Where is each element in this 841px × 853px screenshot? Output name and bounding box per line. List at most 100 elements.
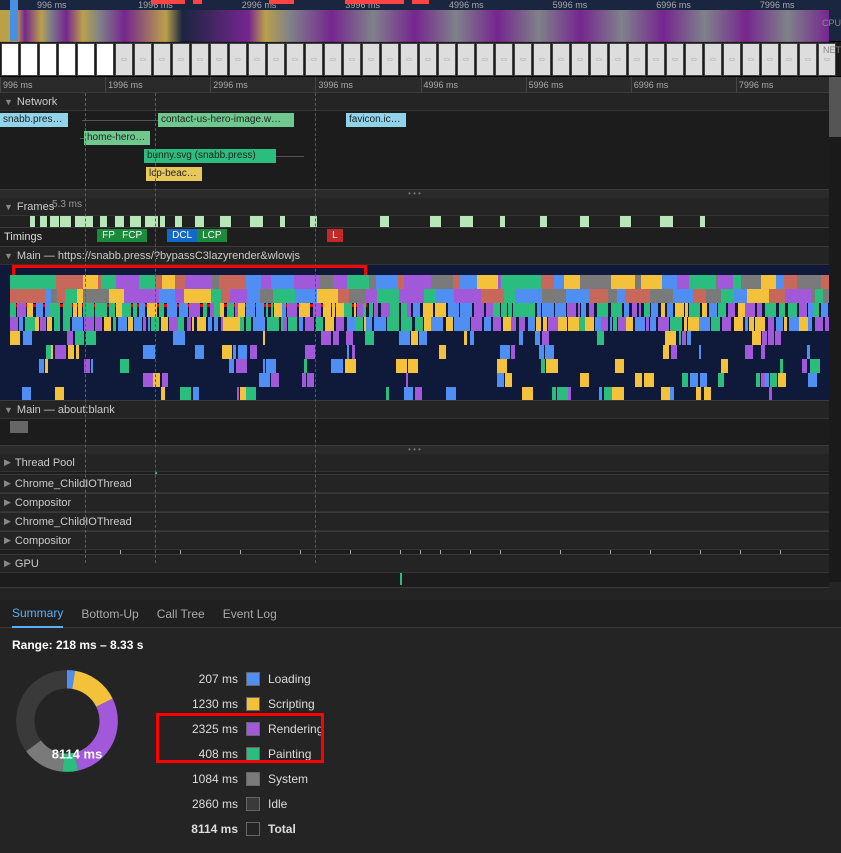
filmstrip-frame[interactable]: ▭ [609, 43, 627, 76]
flame-segment[interactable] [699, 317, 710, 331]
flame-segment[interactable] [374, 303, 379, 317]
flame-segment[interactable] [10, 303, 16, 317]
filmstrip-frame[interactable]: ▭ [324, 43, 342, 76]
flame-segment[interactable] [336, 303, 344, 317]
flame-segment[interactable] [148, 317, 151, 331]
flame-segment[interactable] [613, 317, 617, 331]
flame-segment[interactable] [568, 317, 579, 331]
flame-segment[interactable] [807, 345, 810, 359]
flame-segment[interactable] [153, 373, 160, 387]
flame-segment[interactable] [662, 275, 677, 289]
flame-segment[interactable] [460, 303, 471, 317]
flame-segment[interactable] [55, 387, 64, 400]
flame-segment[interactable] [366, 289, 377, 303]
flame-segment[interactable] [86, 331, 96, 345]
flame-segment[interactable] [597, 331, 603, 345]
flame-segment[interactable] [203, 303, 208, 317]
flame-segment[interactable] [644, 373, 655, 387]
flame-segment[interactable] [702, 303, 707, 317]
frame-block[interactable] [220, 216, 232, 227]
flame-segment[interactable] [522, 387, 533, 400]
flame-segment[interactable] [722, 317, 731, 331]
flame-segment[interactable] [120, 359, 129, 373]
flame-segment[interactable] [143, 345, 155, 359]
flame-segment[interactable] [813, 303, 819, 317]
tab-call-tree[interactable]: Call Tree [157, 601, 205, 627]
flame-segment[interactable] [246, 317, 251, 331]
filmstrip-frame[interactable] [1, 43, 19, 76]
flame-segment[interactable] [17, 303, 26, 317]
flame-segment[interactable] [155, 275, 162, 289]
flame-segment[interactable] [197, 317, 205, 331]
network-request-bar[interactable]: bunny.svg (snabb.press) [144, 149, 276, 163]
filmstrip-frame[interactable] [77, 43, 95, 76]
flame-segment[interactable] [294, 275, 319, 289]
track-header-main[interactable]: ▼ Main — https://snabb.press/?bypassC3la… [0, 247, 829, 265]
track-header-gpu[interactable]: ▶GPU [0, 555, 829, 573]
flame-segment[interactable] [585, 317, 594, 331]
flame-segment[interactable] [295, 289, 317, 303]
flame-segment[interactable] [36, 303, 44, 317]
legend-row-scripting[interactable]: 1230 msScripting [178, 691, 323, 716]
flame-segment[interactable] [162, 275, 175, 289]
flame-segment[interactable] [316, 317, 323, 331]
flame-segment[interactable] [789, 317, 799, 331]
flame-segment[interactable] [411, 331, 417, 345]
flame-segment[interactable] [263, 359, 266, 373]
flame-segment[interactable] [169, 317, 178, 331]
legend-row-total[interactable]: 8114 msTotal [178, 816, 323, 841]
flame-segment[interactable] [10, 317, 18, 331]
flame-segment[interactable] [511, 317, 516, 331]
flame-segment[interactable] [109, 289, 124, 303]
flame-segment[interactable] [761, 345, 765, 359]
flame-segment[interactable] [424, 317, 430, 331]
flame-segment[interactable] [250, 345, 257, 359]
flame-segment[interactable] [738, 303, 745, 317]
flame-segment[interactable] [734, 289, 747, 303]
flame-segment[interactable] [699, 345, 701, 359]
flame-segment[interactable] [617, 289, 625, 303]
frame-block[interactable] [620, 216, 632, 227]
flame-segment[interactable] [23, 331, 32, 345]
filmstrip-frame[interactable]: ▭ [134, 43, 152, 76]
flame-segment[interactable] [454, 317, 466, 331]
flame-segment[interactable] [399, 289, 424, 303]
flame-segment[interactable] [408, 359, 418, 373]
flame-segment[interactable] [113, 317, 117, 331]
flame-segment[interactable] [448, 303, 459, 317]
filmstrip-frame[interactable]: ▭ [799, 43, 817, 76]
flame-segment[interactable] [682, 373, 688, 387]
flame-segment[interactable] [95, 303, 107, 317]
flame-segment[interactable] [124, 289, 134, 303]
flame-segment[interactable] [179, 303, 188, 317]
tab-summary[interactable]: Summary [12, 600, 63, 628]
filmstrip-frame[interactable]: ▭ [419, 43, 437, 76]
flame-segment[interactable] [439, 345, 446, 359]
flame-segment[interactable] [612, 387, 623, 400]
flame-segment[interactable] [597, 303, 608, 317]
flame-segment[interactable] [175, 275, 185, 289]
flame-segment[interactable] [415, 387, 422, 400]
flame-segment[interactable] [63, 303, 72, 317]
flame-segment[interactable] [212, 275, 219, 289]
flame-segment[interactable] [63, 317, 69, 331]
flame-segment[interactable] [175, 289, 185, 303]
flame-segment[interactable] [797, 275, 822, 289]
flame-segment[interactable] [757, 303, 762, 317]
filmstrip-frame[interactable]: ▭ [495, 43, 513, 76]
flame-segment[interactable] [815, 317, 824, 331]
frames-track[interactable]: ▼ Frames 5.3 ms [0, 198, 829, 228]
flame-segment[interactable] [581, 303, 587, 317]
network-request-bar[interactable]: contact-us-hero-image.w… [158, 113, 294, 127]
flame-segment[interactable] [755, 317, 765, 331]
filmstrip-frame[interactable]: ▭ [514, 43, 532, 76]
flame-segment[interactable] [173, 331, 185, 345]
flame-segment[interactable] [667, 303, 673, 317]
filmstrip-frame[interactable] [20, 43, 38, 76]
flame-segment[interactable] [745, 303, 755, 317]
filmstrip-frame[interactable]: ▭ [780, 43, 798, 76]
flame-segment[interactable] [271, 373, 279, 387]
flame-segment[interactable] [73, 303, 77, 317]
flame-segment[interactable] [134, 289, 159, 303]
flame-segment[interactable] [810, 359, 821, 373]
